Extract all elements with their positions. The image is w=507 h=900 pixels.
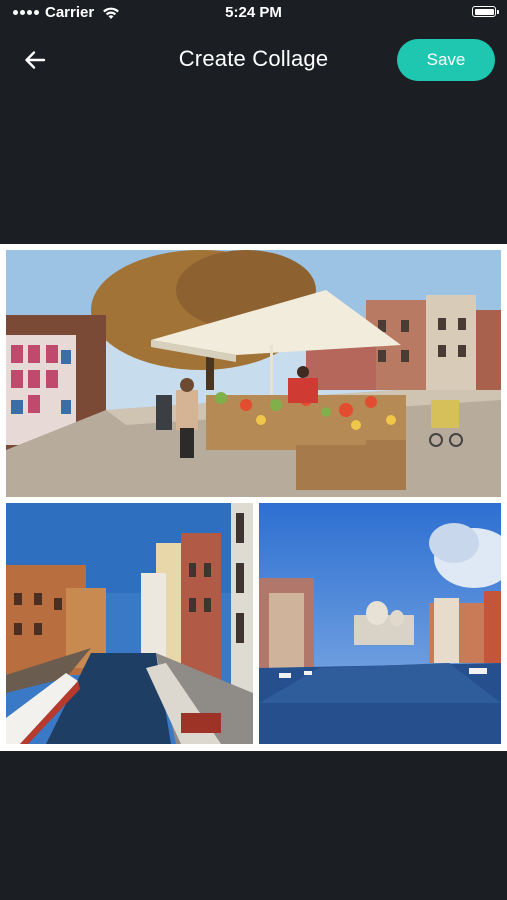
battery-icon xyxy=(472,6,499,17)
canal-street-photo xyxy=(6,503,253,744)
save-button[interactable]: Save xyxy=(397,39,495,81)
grand-canal-photo xyxy=(259,503,501,744)
collage-photo-grand-canal[interactable] xyxy=(259,503,501,744)
status-time: 5:24 PM xyxy=(225,4,282,21)
collage-photo-market[interactable] xyxy=(6,250,501,497)
collage-canvas xyxy=(0,244,507,751)
collage-photo-canal-street[interactable] xyxy=(6,503,253,744)
nav-bar: Create Collage Save xyxy=(0,36,507,84)
market-stall-photo xyxy=(6,250,501,497)
status-bar: Carrier 5:24 PM xyxy=(0,0,507,26)
